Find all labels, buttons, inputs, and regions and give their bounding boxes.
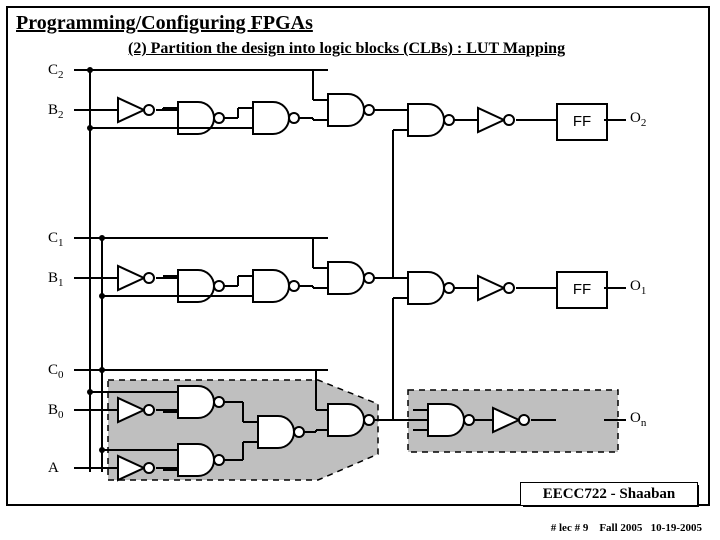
slide-frame: Programming/Configuring FPGAs (2) Partit…: [6, 6, 710, 506]
gates-svg: [48, 62, 688, 502]
footer-lec: # lec # 9: [551, 522, 589, 534]
footer-date: 10-19-2005: [651, 522, 702, 534]
circuit-diagram: C2 B2 C1 B1 C0 B0 A FF O2 FF O1 FF On: [48, 62, 688, 502]
attribution-box: EECC722 - Shaaban: [520, 482, 698, 506]
slide-footer: # lec # 9 Fall 2005 10-19-2005: [551, 522, 702, 534]
attribution-text: EECC722 - Shaaban: [520, 482, 698, 506]
slide-title: Programming/Configuring FPGAs: [16, 12, 313, 35]
footer-term: Fall 2005: [599, 522, 642, 534]
slide-subtitle: (2) Partition the design into logic bloc…: [128, 40, 565, 58]
